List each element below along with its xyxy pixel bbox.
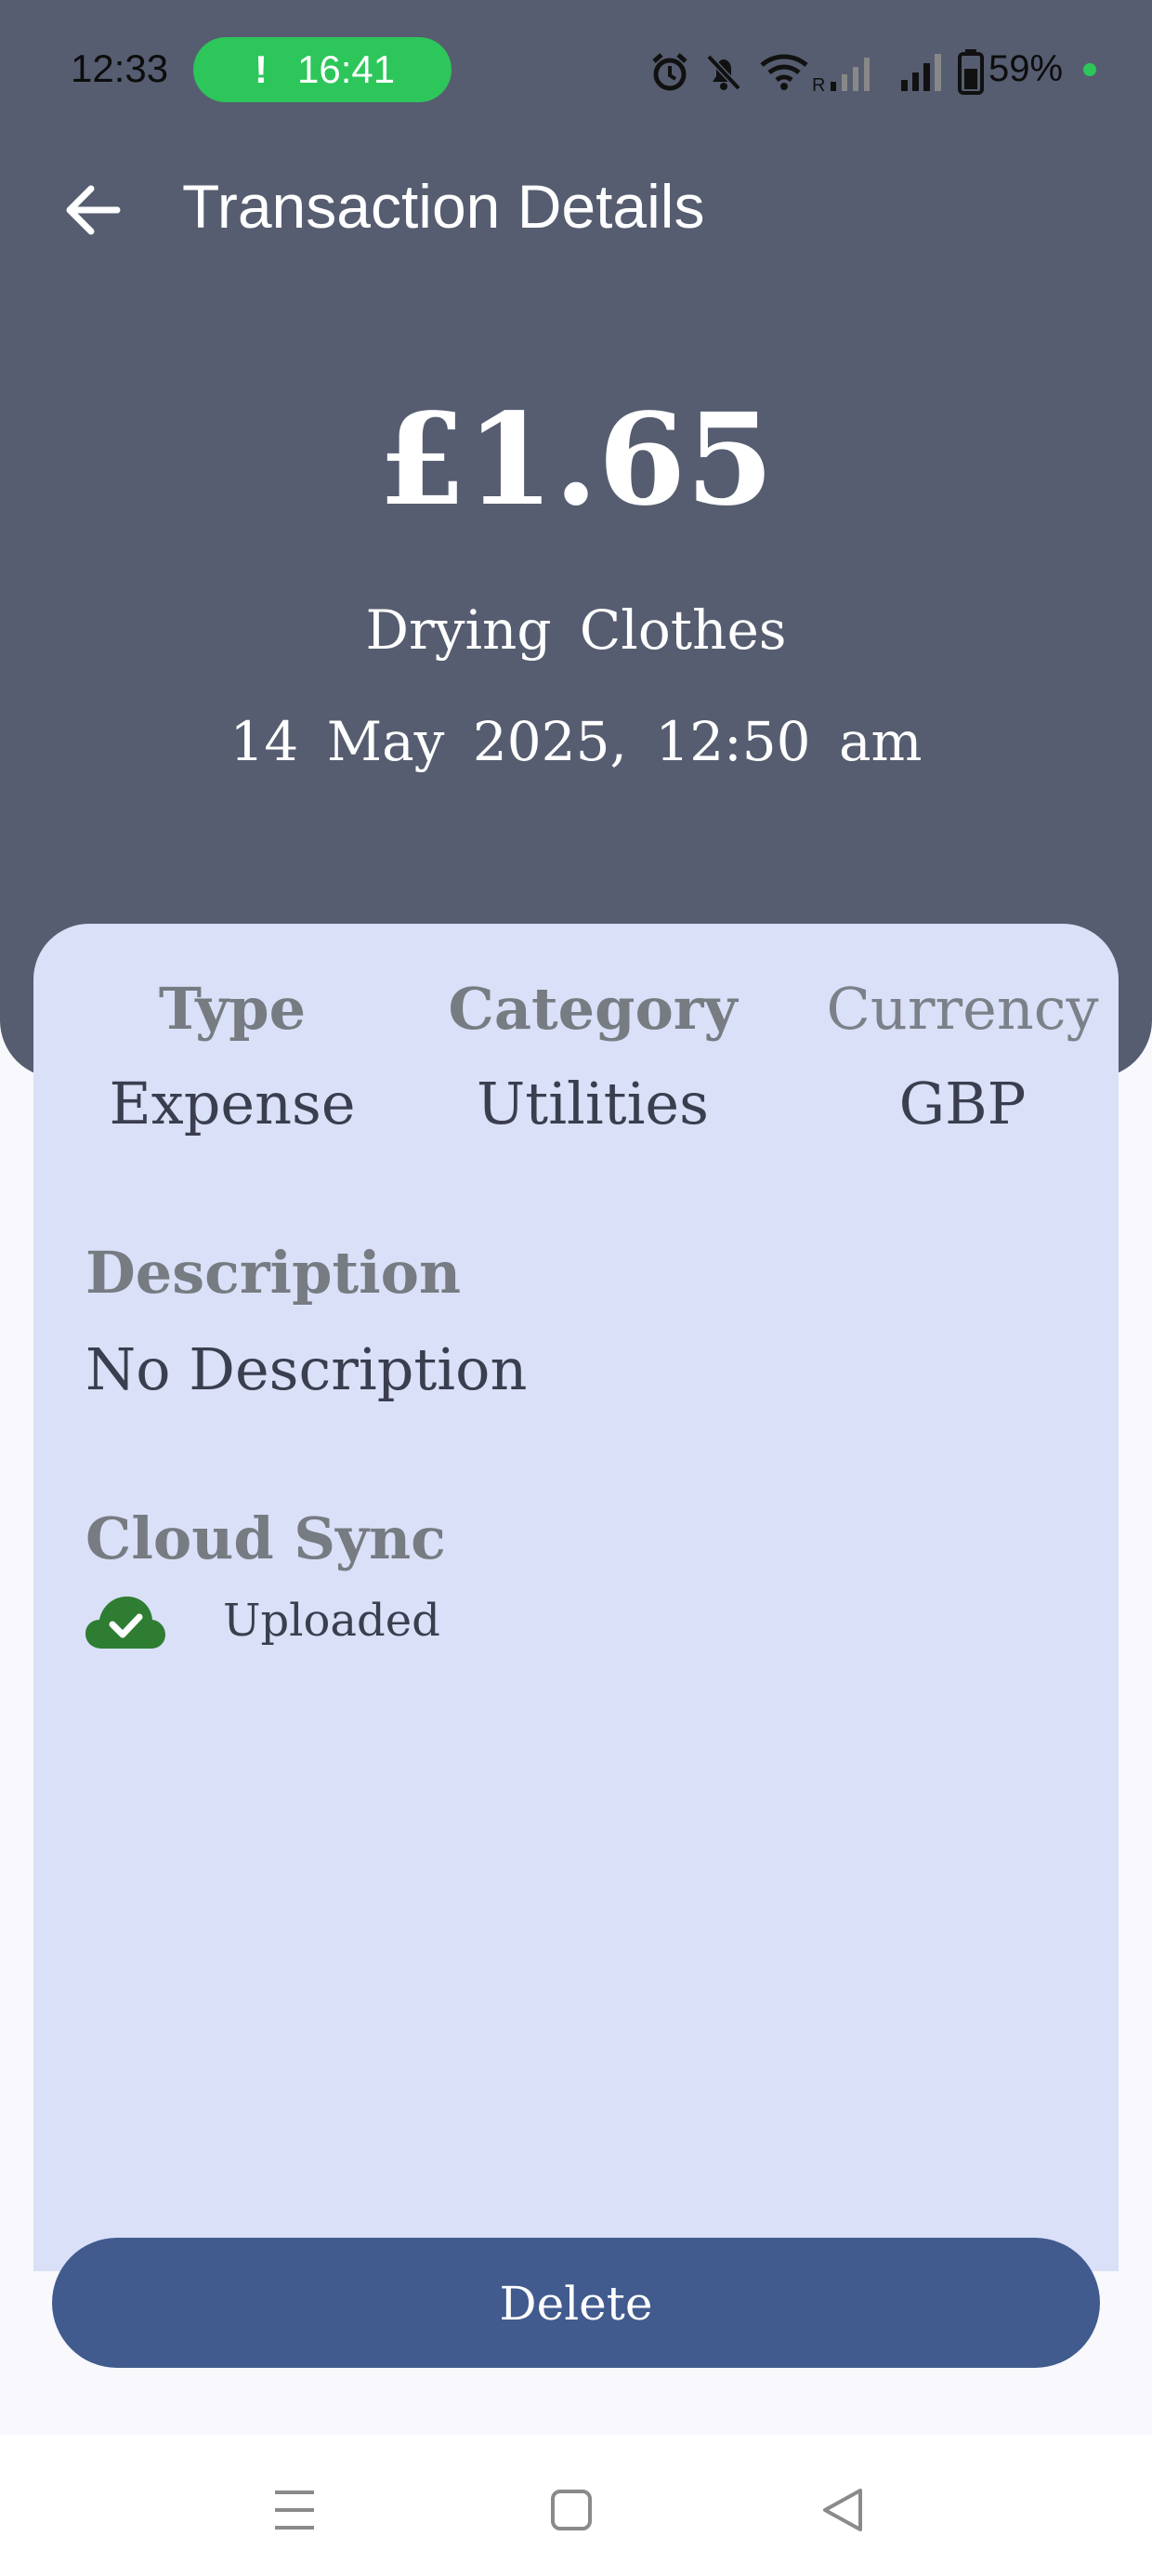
description-value: No Description: [85, 1335, 528, 1403]
cloud-sync-label: Cloud Sync: [85, 1505, 446, 1572]
category-label: Category: [448, 975, 738, 1043]
timer-value: 16:41: [297, 47, 396, 91]
currency-value: GBP: [898, 1070, 1027, 1137]
transaction-amount: £1.65: [378, 386, 774, 534]
alarm-icon: [652, 53, 687, 91]
status-time: 12:33: [71, 46, 169, 90]
menu-icon[interactable]: [262, 2477, 327, 2543]
type-label: Type: [158, 975, 307, 1043]
signal-icon: [901, 54, 941, 91]
home-square-icon[interactable]: [539, 2477, 604, 2543]
delete-button[interactable]: Delete: [52, 2238, 1100, 2368]
cloud-check-icon: [85, 1597, 165, 1649]
timer-pill[interactable]: ! 16:41: [193, 37, 452, 102]
timer-alert-icon: !: [255, 47, 268, 91]
wifi-icon: [760, 54, 808, 90]
bell-muted-icon: [706, 54, 741, 91]
details-card: Type Expense Category Utilities Currency…: [33, 924, 1119, 2271]
back-triangle-icon[interactable]: [812, 2477, 877, 2543]
header-panel: 12:33 ! 16:41 R 59% Transaction Details …: [0, 0, 1152, 1078]
battery-icon: [958, 49, 984, 95]
transaction-datetime: 14 May 2025, 12:50 am: [229, 710, 923, 773]
category-value: Utilities: [477, 1070, 709, 1137]
status-bar: 12:33 ! 16:41 R 59%: [0, 35, 1152, 106]
system-nav-bar: [0, 2435, 1152, 2576]
cloud-sync-text: Uploaded: [223, 1595, 440, 1647]
description-label: Description: [85, 1239, 462, 1307]
signal-icon: R: [812, 58, 870, 93]
currency-label: Currency: [826, 975, 1099, 1043]
roaming-label: R: [812, 75, 825, 93]
arrow-left-icon[interactable]: [59, 177, 126, 243]
page-title: Transaction Details: [182, 172, 705, 241]
transaction-name: Drying Clothes: [365, 598, 787, 662]
type-value: Expense: [109, 1070, 356, 1137]
privacy-indicator-dot: [1083, 63, 1096, 76]
battery-percent: 59%: [988, 48, 1064, 89]
